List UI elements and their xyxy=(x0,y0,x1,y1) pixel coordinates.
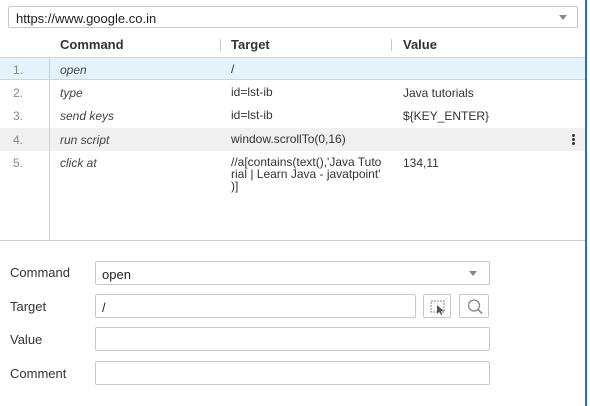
chevron-down-icon[interactable] xyxy=(559,15,567,20)
row-command: type xyxy=(60,86,83,100)
row-number: 1. xyxy=(13,63,24,77)
row-command: run script xyxy=(60,133,110,147)
header-divider xyxy=(391,39,392,51)
row-command: click at xyxy=(60,156,97,170)
target-input[interactable]: / xyxy=(95,294,416,318)
find-target-button[interactable] xyxy=(459,294,489,318)
magnifier-icon xyxy=(467,299,483,315)
comment-label: Comment xyxy=(10,366,67,381)
comment-input[interactable] xyxy=(95,361,490,385)
row-target: //a[contains(text(),'Java Tuto rial | Le… xyxy=(231,156,391,192)
base-url-text: https://www.google.co.in xyxy=(16,11,157,26)
row-target-line: rial | Learn Java - javatpoint' xyxy=(231,167,381,181)
row-target-line: )] xyxy=(231,179,239,193)
row-number: 4. xyxy=(13,133,24,147)
row-target: window.scrollTo(0,16) xyxy=(231,132,346,146)
panel-right-edge xyxy=(585,0,587,406)
command-label: Command xyxy=(10,265,70,280)
header-target[interactable]: Target xyxy=(231,37,270,52)
table-header: Command Target Value xyxy=(0,33,585,57)
number-column-divider xyxy=(49,57,50,241)
row-value: Java tutorials xyxy=(403,86,474,100)
command-table: Command Target Value 1. open / 2. type i… xyxy=(0,33,585,241)
select-target-button[interactable] xyxy=(423,294,451,318)
select-target-icon xyxy=(430,300,445,315)
row-target: / xyxy=(231,62,235,76)
value-input[interactable] xyxy=(95,327,490,351)
target-value: / xyxy=(102,300,106,315)
table-row[interactable]: 4. run script window.scrollTo(0,16) xyxy=(0,128,585,151)
row-number: 3. xyxy=(13,109,24,123)
row-command: open xyxy=(60,63,87,77)
header-value[interactable]: Value xyxy=(403,37,437,52)
kebab-menu-icon[interactable] xyxy=(572,134,575,146)
value-label: Value xyxy=(10,332,43,347)
chevron-down-icon[interactable] xyxy=(469,271,477,276)
table-row[interactable]: 2. type id=lst-ib Java tutorials xyxy=(0,81,585,104)
row-number: 5. xyxy=(13,156,24,170)
row-value: ${KEY_ENTER} xyxy=(403,109,490,123)
table-row[interactable]: 5. click at //a[contains(text(),'Java Tu… xyxy=(0,151,585,196)
command-select[interactable]: open xyxy=(95,261,490,285)
row-command: send keys xyxy=(60,109,115,123)
header-command[interactable]: Command xyxy=(60,37,124,52)
base-url-select[interactable]: https://www.google.co.in xyxy=(8,6,578,28)
row-target: id=lst-ib xyxy=(231,85,273,99)
target-label: Target xyxy=(10,299,47,314)
table-row[interactable]: 3. send keys id=lst-ib ${KEY_ENTER} xyxy=(0,104,585,127)
row-value: 134,11 xyxy=(403,156,439,170)
row-number: 2. xyxy=(13,86,24,100)
row-target: id=lst-ib xyxy=(231,108,273,122)
header-divider xyxy=(220,39,221,51)
command-value: open xyxy=(102,267,131,282)
table-row[interactable]: 1. open / xyxy=(0,57,585,80)
table-bottom-border xyxy=(0,240,585,241)
